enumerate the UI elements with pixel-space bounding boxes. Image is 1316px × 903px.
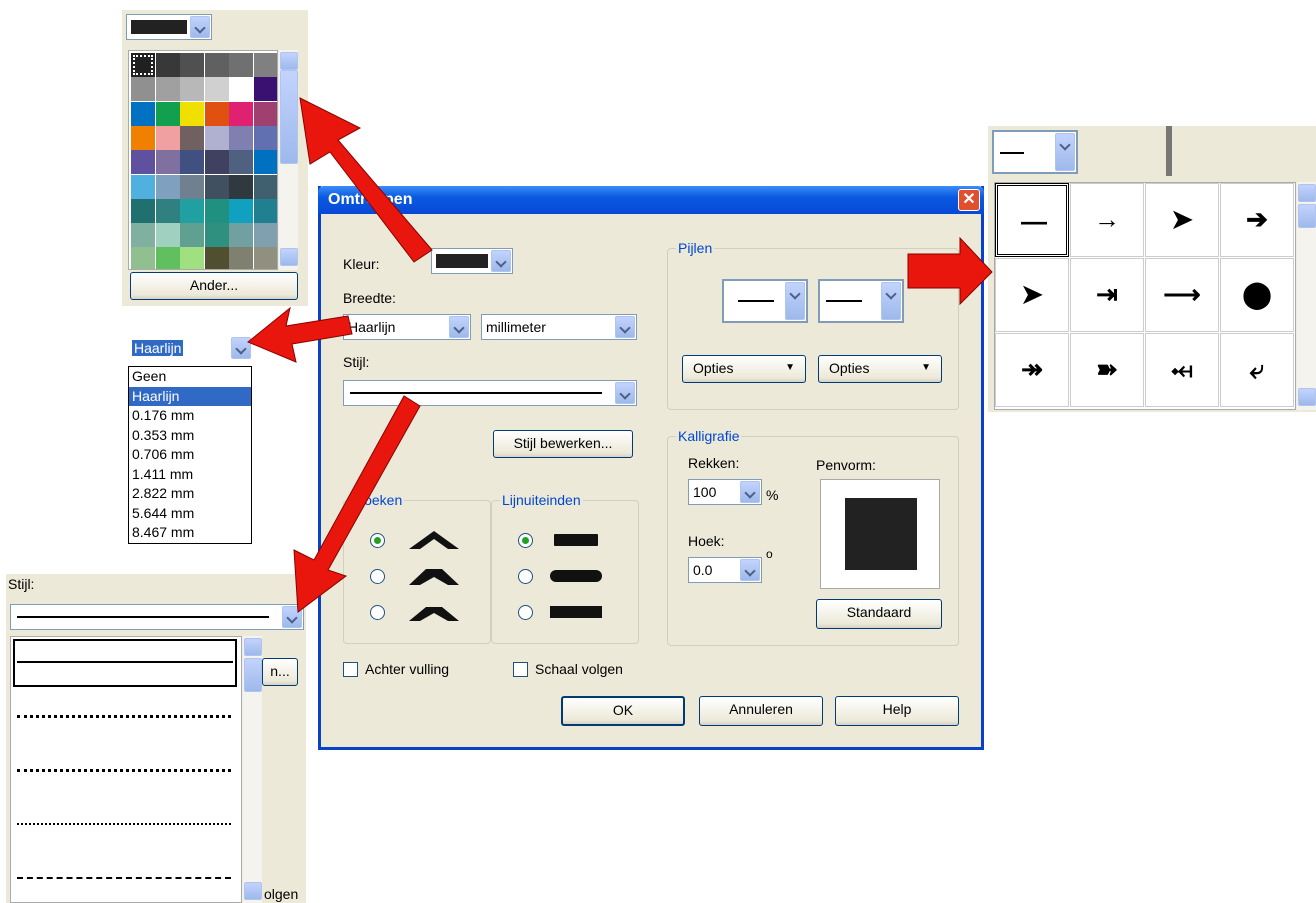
annotation-arrows bbox=[247, 97, 993, 613]
